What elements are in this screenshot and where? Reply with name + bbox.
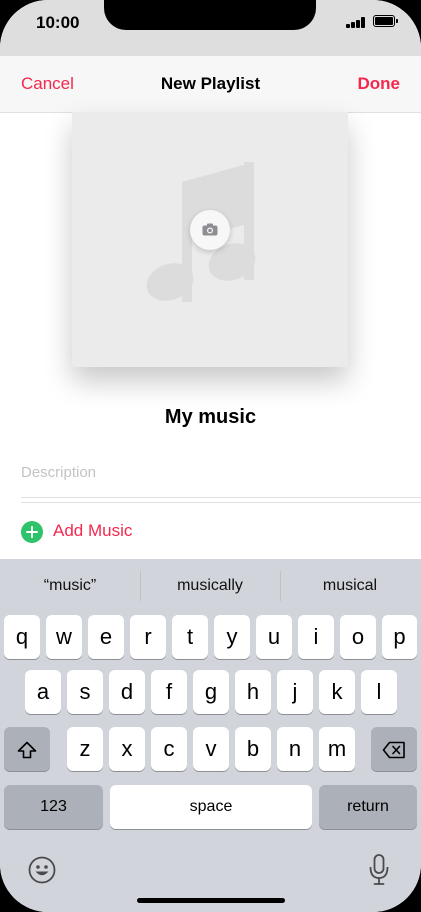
- done-button[interactable]: Done: [358, 74, 401, 94]
- phone-screen: 10:00 Cancel New Playlist Done My music: [0, 0, 421, 912]
- numbers-key[interactable]: 123: [4, 785, 103, 829]
- space-key[interactable]: space: [110, 785, 312, 829]
- status-bar: 10:00: [0, 0, 421, 56]
- key-u[interactable]: u: [256, 615, 292, 659]
- microphone-icon[interactable]: [368, 854, 390, 886]
- key-w[interactable]: w: [46, 615, 82, 659]
- return-key[interactable]: return: [319, 785, 417, 829]
- key-l[interactable]: l: [361, 670, 397, 714]
- battery-icon: [373, 15, 398, 27]
- key-m[interactable]: m: [319, 727, 355, 771]
- divider: [21, 497, 421, 498]
- notch: [104, 0, 316, 30]
- key-k[interactable]: k: [319, 670, 355, 714]
- divider: [21, 502, 421, 503]
- suggestion-1[interactable]: “music”: [0, 577, 140, 595]
- shift-key[interactable]: [4, 727, 50, 771]
- key-h[interactable]: h: [235, 670, 271, 714]
- key-b[interactable]: b: [235, 727, 271, 771]
- key-q[interactable]: q: [4, 615, 40, 659]
- navigation-bar: Cancel New Playlist Done: [0, 56, 421, 113]
- key-s[interactable]: s: [67, 670, 103, 714]
- key-x[interactable]: x: [109, 727, 145, 771]
- key-g[interactable]: g: [193, 670, 229, 714]
- delete-icon: [382, 741, 405, 759]
- plus-circle-icon: [21, 521, 43, 543]
- description-input[interactable]: [21, 460, 401, 484]
- key-z[interactable]: z: [67, 727, 103, 771]
- status-time: 10:00: [36, 13, 80, 32]
- key-c[interactable]: c: [151, 727, 187, 771]
- suggestion-3[interactable]: musical: [280, 577, 420, 595]
- shift-icon: [17, 741, 37, 759]
- key-e[interactable]: e: [88, 615, 124, 659]
- key-d[interactable]: d: [109, 670, 145, 714]
- key-v[interactable]: v: [193, 727, 229, 771]
- key-t[interactable]: t: [172, 615, 208, 659]
- add-music-label: Add Music: [53, 521, 133, 540]
- key-o[interactable]: o: [340, 615, 376, 659]
- key-a[interactable]: a: [25, 670, 61, 714]
- key-f[interactable]: f: [151, 670, 187, 714]
- camera-icon: [202, 223, 218, 236]
- suggestion-2[interactable]: musically: [140, 577, 280, 595]
- key-j[interactable]: j: [277, 670, 313, 714]
- keyboard: “music” musically musical q w e r t y u …: [0, 559, 421, 912]
- key-r[interactable]: r: [130, 615, 166, 659]
- playlist-name-field[interactable]: My music: [0, 406, 421, 429]
- key-p[interactable]: p: [382, 615, 417, 659]
- delete-key[interactable]: [371, 727, 417, 771]
- home-indicator[interactable]: [137, 898, 285, 903]
- key-i[interactable]: i: [298, 615, 334, 659]
- signal-icon: [346, 16, 368, 28]
- add-photo-button[interactable]: [190, 210, 230, 250]
- key-n[interactable]: n: [277, 727, 313, 771]
- key-y[interactable]: y: [214, 615, 250, 659]
- emoji-icon[interactable]: [28, 856, 56, 884]
